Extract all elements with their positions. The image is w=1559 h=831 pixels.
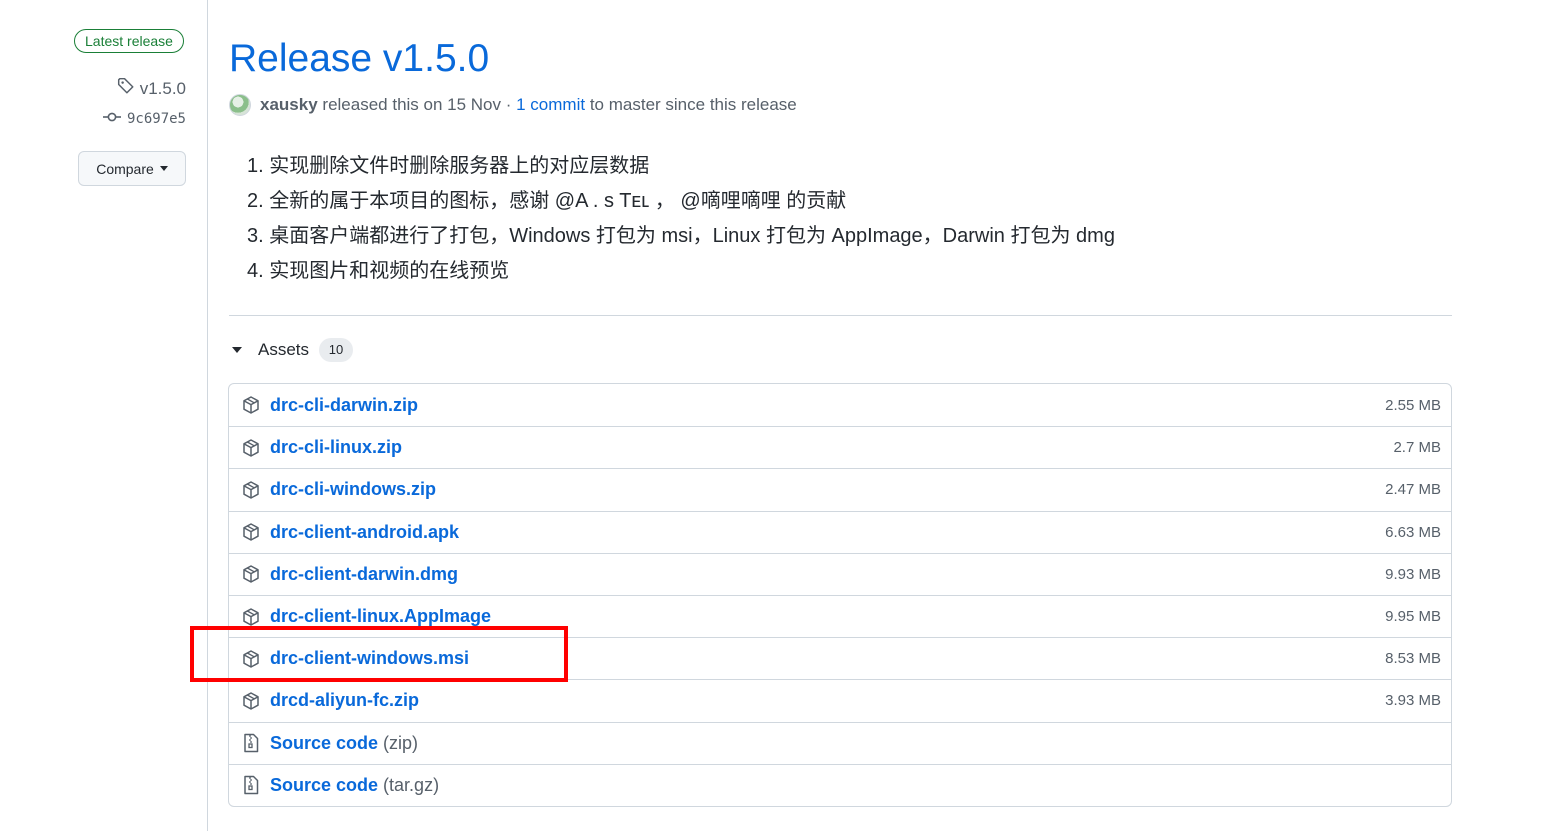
- asset-size: 6.63 MB: [1385, 523, 1441, 541]
- compare-button[interactable]: Compare: [78, 151, 186, 186]
- file-zip-icon: [241, 733, 261, 753]
- asset-link[interactable]: drc-client-darwin.dmg: [270, 564, 458, 585]
- release-notes: 1. 实现删除文件时删除服务器上的对应层数据 2. 全新的属于本项目的图标，感谢…: [247, 150, 1115, 290]
- tag-link[interactable]: v1.5.0: [117, 77, 186, 100]
- release-note-item: 4. 实现图片和视频的在线预览: [247, 260, 510, 282]
- asset-row: drc-cli-linux.zip 2.7 MB: [229, 426, 1451, 468]
- file-zip-icon: [241, 775, 261, 795]
- asset-size: 2.47 MB: [1385, 481, 1441, 499]
- caret-down-icon: [159, 166, 168, 171]
- compare-button-label: Compare: [96, 160, 154, 177]
- commits-link[interactable]: 1 commit: [516, 95, 585, 115]
- author-avatar[interactable]: [229, 94, 251, 116]
- commit-link[interactable]: 9c697e5: [102, 111, 186, 127]
- package-icon: [241, 395, 261, 415]
- release-byline: xausky released this on 15 Nov · 1 commi…: [229, 94, 797, 116]
- release-title[interactable]: Release v1.5.0: [229, 34, 489, 84]
- asset-link[interactable]: drc-client-linux.AppImage: [270, 606, 491, 627]
- asset-size: 3.93 MB: [1385, 692, 1441, 710]
- release-note-item: 2. 全新的属于本项目的图标，感谢 @A . s Tᴇʟ ， @嘀哩嘀哩 的贡献: [247, 190, 847, 212]
- package-icon: [241, 649, 261, 669]
- release-meta-sidebar: Latest release v1.5.0 9c697e5 Compare: [0, 0, 208, 831]
- source-code-zip-link[interactable]: Source code: [270, 733, 378, 754]
- source-code-targz-suffix[interactable]: (tar.gz): [383, 775, 439, 796]
- asset-row: drc-client-darwin.dmg 9.93 MB: [229, 552, 1451, 595]
- package-icon: [241, 438, 261, 458]
- release-note-item: 3. 桌面客户端都进行了打包，Windows 打包为 msi，Linux 打包为…: [247, 225, 1115, 247]
- commits-suffix: to master since this release: [589, 95, 797, 114]
- assets-list: drc-cli-darwin.zip 2.55 MB drc-cli-linux…: [228, 383, 1452, 807]
- tag-label: v1.5.0: [139, 78, 186, 98]
- asset-link[interactable]: drc-client-android.apk: [270, 522, 459, 543]
- commit-hash: 9c697e5: [126, 111, 186, 127]
- commit-icon: [102, 111, 122, 127]
- source-code-targz-link[interactable]: Source code: [270, 775, 378, 796]
- author-link[interactable]: xausky: [260, 95, 318, 115]
- section-divider: [229, 315, 1452, 316]
- asset-row: drc-client-android.apk 6.63 MB: [229, 510, 1451, 553]
- assets-toggle[interactable]: Assets 10: [232, 338, 354, 362]
- latest-release-badge: Latest release: [74, 29, 184, 53]
- asset-link[interactable]: drcd-aliyun-fc.zip: [270, 690, 419, 711]
- asset-link[interactable]: drc-cli-windows.zip: [270, 479, 436, 500]
- source-code-zip-suffix[interactable]: (zip): [383, 733, 418, 754]
- asset-link[interactable]: drc-cli-darwin.zip: [270, 395, 418, 416]
- tag-icon: [117, 77, 135, 100]
- asset-size: 2.55 MB: [1385, 396, 1441, 414]
- assets-heading: Assets: [258, 340, 310, 359]
- package-icon: [241, 691, 261, 711]
- asset-link[interactable]: drc-client-windows.msi: [270, 648, 469, 669]
- asset-row: drc-cli-darwin.zip 2.55 MB: [229, 384, 1451, 426]
- package-icon: [241, 607, 261, 627]
- asset-row: drc-client-windows.msi 8.53 MB: [229, 637, 1451, 679]
- asset-size: 8.53 MB: [1385, 650, 1441, 668]
- assets-count-badge: 10: [319, 338, 354, 362]
- release-note-item: 1. 实现删除文件时删除服务器上的对应层数据: [247, 155, 650, 177]
- triangle-down-icon: [232, 347, 242, 353]
- asset-size: 9.93 MB: [1385, 565, 1441, 583]
- asset-size: 9.95 MB: [1385, 608, 1441, 626]
- asset-size: 2.7 MB: [1393, 439, 1441, 457]
- source-code-row: Source code (zip): [229, 721, 1451, 764]
- asset-row: drc-cli-windows.zip 2.47 MB: [229, 468, 1451, 510]
- asset-link[interactable]: drc-cli-linux.zip: [270, 437, 402, 458]
- package-icon: [241, 564, 261, 584]
- source-code-row: Source code (tar.gz): [229, 763, 1451, 806]
- asset-row: drcd-aliyun-fc.zip 3.93 MB: [229, 679, 1451, 721]
- asset-row: drc-client-linux.AppImage 9.95 MB: [229, 594, 1451, 637]
- released-text: released this on 15 Nov: [322, 95, 502, 114]
- byline-separator: ·: [501, 95, 517, 114]
- package-icon: [241, 522, 261, 542]
- package-icon: [241, 480, 261, 500]
